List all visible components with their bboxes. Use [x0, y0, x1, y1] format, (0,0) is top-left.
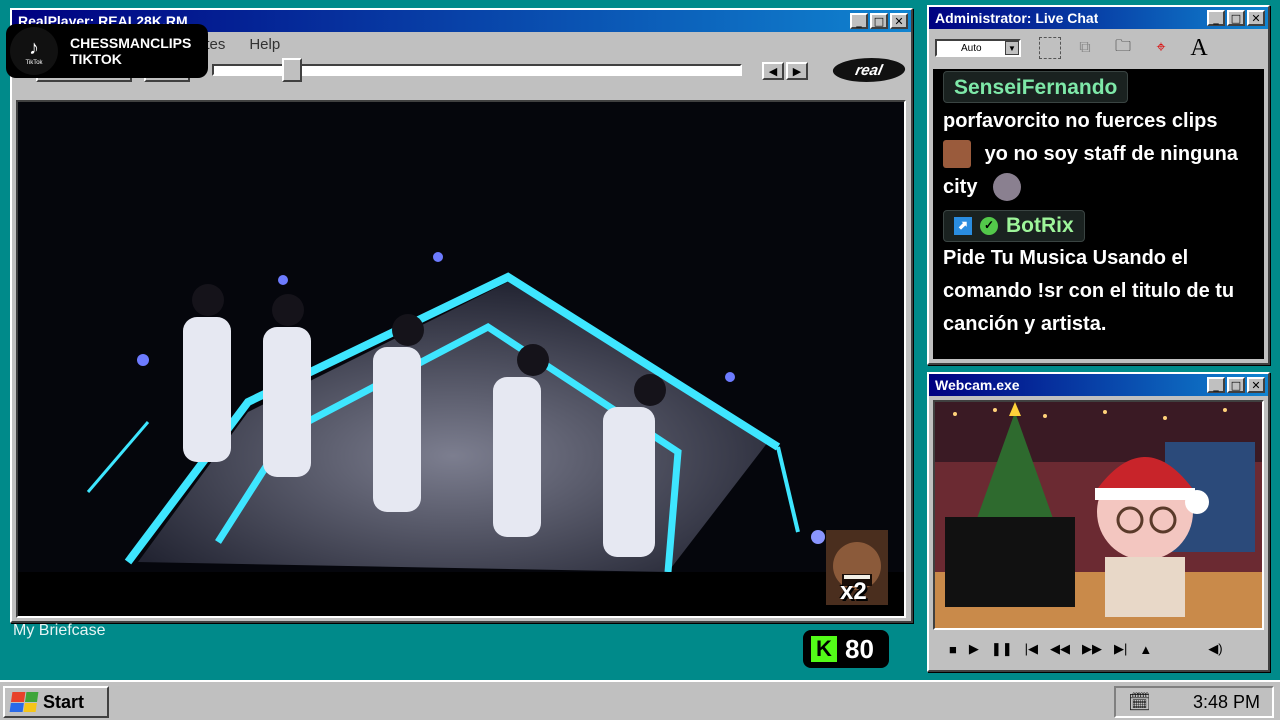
maximize-button[interactable]: □	[1227, 10, 1245, 26]
font-size-select[interactable]: Auto ▼	[935, 39, 1021, 57]
scheduler-icon[interactable]: 🗓	[1128, 692, 1151, 713]
chat-message-line: city	[943, 171, 1256, 204]
chat-message-text: yo no soy staff de ninguna	[984, 142, 1238, 165]
copy-icon[interactable]: ⧉	[1071, 34, 1099, 62]
pause-icon[interactable]: ❚❚	[991, 641, 1013, 657]
live-chat-window: Administrator: Live Chat _ □ ✕ Auto ▼ ⧉ …	[927, 5, 1270, 365]
tiktok-platform: TIKTOK	[70, 51, 122, 67]
minimize-button[interactable]: _	[850, 13, 868, 29]
laughing-emote-icon	[943, 140, 971, 169]
chat-message-text: comando !sr con el titulo de tu	[943, 279, 1235, 302]
kick-logo-icon: K	[811, 636, 837, 662]
chat-toolbar: Auto ▼ ⧉ 🗀 ⌖ A	[929, 29, 1268, 67]
bot-badge-icon: ⬈	[954, 216, 972, 235]
verified-icon: ✓	[980, 216, 998, 235]
tiktok-icon: ♪ TikTok	[10, 27, 58, 75]
stop-icon[interactable]: ■	[949, 642, 957, 657]
chevron-down-icon[interactable]: ▼	[1005, 41, 1019, 55]
esports-stage-image	[18, 102, 904, 616]
real-logo: real	[830, 58, 908, 82]
chat-message-text: Pide Tu Musica Usando el	[943, 246, 1189, 269]
chat-message-line: yo no soy staff de ninguna	[943, 138, 1256, 171]
rewind-icon[interactable]: ◀◀	[1050, 641, 1070, 657]
clock[interactable]: 3:48 PM	[1193, 692, 1260, 713]
system-tray: 🗓 3:48 PM	[1114, 686, 1274, 718]
webcam-titlebar[interactable]: Webcam.exe _ □ ✕	[929, 374, 1268, 396]
chat-messages[interactable]: SenseiFernando porfavorcito no fuerces c…	[933, 69, 1264, 359]
viewer-count: 80	[845, 633, 874, 664]
chat-username[interactable]: SenseiFernando	[943, 71, 1129, 103]
folder-icon[interactable]: 🗀	[1109, 34, 1137, 62]
taskbar: Start 🗓 3:48 PM	[0, 680, 1280, 720]
eject-icon[interactable]: ▲	[1139, 642, 1152, 657]
start-label: Start	[43, 691, 85, 712]
skip-back-icon[interactable]: |◀	[1025, 641, 1038, 657]
my-briefcase-label[interactable]: My Briefcase	[13, 622, 105, 640]
chat-titlebar[interactable]: Administrator: Live Chat _ □ ✕	[929, 7, 1268, 29]
start-button[interactable]: Start	[3, 686, 109, 718]
tiktok-overlay: ♪ TikTok CHESSMANCLIPS TIKTOK	[6, 24, 208, 78]
font-icon[interactable]: A	[1185, 34, 1213, 62]
target-icon[interactable]: ⌖	[1147, 34, 1175, 62]
minimize-button[interactable]: _	[1207, 377, 1225, 393]
menu-help[interactable]: Help	[249, 36, 280, 53]
chat-message-text: porfavorcito no fuerces clips	[943, 109, 1218, 132]
bot-username: BotRix	[1006, 214, 1074, 237]
webcam-title: Webcam.exe	[935, 377, 1020, 393]
tiktok-logo-text: TikTok	[25, 59, 43, 66]
play-icon[interactable]: ▶	[969, 641, 979, 657]
kick-viewer-badge: K 80	[803, 630, 889, 668]
webcam-window: Webcam.exe _ □ ✕ ■ ▶ ❚❚ |◀ ◀◀ ▶▶ ▶| ▲ ◀)	[927, 372, 1270, 672]
realplayer-window: RealPlayer: REAL28K.RM _ □ ✕ ites Help ▶…	[10, 8, 913, 623]
volume-icon[interactable]: ◀)	[1208, 641, 1222, 657]
minimize-button[interactable]: _	[1207, 10, 1225, 26]
video-area[interactable]	[16, 100, 906, 618]
rat-emote-icon	[993, 173, 1022, 202]
anime-avatar-image	[935, 402, 1262, 628]
emote-multiplier: x2	[840, 578, 867, 605]
windows-logo-icon	[9, 692, 39, 712]
forward-button[interactable]: ▶	[786, 62, 808, 80]
maximize-button[interactable]: □	[870, 13, 888, 29]
close-button[interactable]: ✕	[1247, 10, 1265, 26]
tiktok-channel: CHESSMANCLIPS	[70, 35, 192, 51]
chat-username-bot[interactable]: ⬈ ✓ BotRix	[943, 209, 1085, 242]
rewind-button[interactable]: ◀	[762, 62, 784, 80]
chat-message-text: city	[943, 175, 978, 198]
select-icon[interactable]	[1039, 37, 1061, 59]
webcam-feed[interactable]	[933, 400, 1264, 630]
chat-message-text: canción y artista.	[943, 312, 1107, 335]
font-size-value: Auto	[961, 42, 982, 54]
seek-thumb[interactable]	[282, 58, 302, 82]
close-button[interactable]: ✕	[1247, 377, 1265, 393]
chat-title: Administrator: Live Chat	[935, 10, 1099, 26]
skip-forward-icon[interactable]: ▶|	[1114, 641, 1127, 657]
close-button[interactable]: ✕	[890, 13, 908, 29]
maximize-button[interactable]: □	[1227, 377, 1245, 393]
fast-forward-icon[interactable]: ▶▶	[1082, 641, 1102, 657]
webcam-media-bar: ■ ▶ ❚❚ |◀ ◀◀ ▶▶ ▶| ▲ ◀)	[933, 634, 1264, 664]
